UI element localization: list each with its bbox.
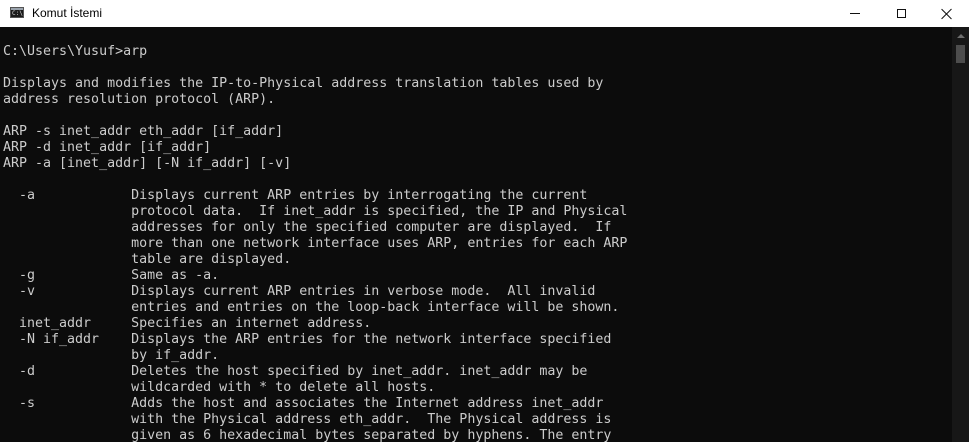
- cmd-icon[interactable]: C:\: [10, 7, 24, 18]
- console-line: addresses for only the specified compute…: [3, 220, 612, 235]
- console-line: -d Deletes the host specified by inet_ad…: [3, 364, 588, 379]
- console-text: C:\Users\Yusuf>arp Displays and modifies …: [3, 44, 627, 442]
- scroll-thumb[interactable]: [956, 45, 965, 63]
- console-line: entries and entries on the loop-back int…: [3, 300, 620, 315]
- minimize-icon: [850, 13, 860, 14]
- console-line: with the Physical address eth_addr. The …: [3, 412, 612, 427]
- console-line: inet_addr Specifies an internet address.: [3, 316, 372, 331]
- minimize-button[interactable]: [832, 0, 878, 27]
- window-title: Komut İstemi: [32, 6, 103, 20]
- arrow-up-icon: [956, 33, 965, 38]
- console-line: Displays and modifies the IP-to-Physical…: [3, 76, 604, 91]
- console-line: more than one network interface uses ARP…: [3, 236, 628, 251]
- maximize-icon: [896, 9, 906, 18]
- title-bar[interactable]: C:\ Komut İstemi: [0, 0, 969, 27]
- console-line: -g Same as -a.: [3, 268, 220, 283]
- console-line: given as 6 hexadecimal bytes separated b…: [3, 428, 612, 442]
- cmd-icon-text: C:\: [12, 10, 23, 17]
- close-icon: [941, 8, 953, 20]
- console-line: table are displayed.: [3, 252, 292, 267]
- console-line: -v Displays current ARP entries in verbo…: [3, 284, 596, 299]
- scroll-up-button[interactable]: [952, 27, 969, 44]
- console-line: C:\Users\Yusuf>arp: [3, 44, 148, 59]
- maximize-button[interactable]: [878, 0, 924, 27]
- console-output[interactable]: C:\Users\Yusuf>arp Displays and modifies …: [0, 27, 952, 442]
- console-line: wildcarded with * to delete all hosts.: [3, 380, 436, 395]
- console-line: protocol data. If inet_addr is specified…: [3, 204, 628, 219]
- console-line: address resolution protocol (ARP).: [3, 92, 276, 107]
- console-line: ARP -d inet_addr [if_addr]: [3, 140, 212, 155]
- console-line: by if_addr.: [3, 348, 220, 363]
- console-line: -s Adds the host and associates the Inte…: [3, 396, 604, 411]
- command-prompt-window: C:\ Komut İstemi C:\Users\Yusuf>arp Displ…: [0, 0, 969, 442]
- console-line: -N if_addr Displays the ARP entries for …: [3, 332, 612, 347]
- console-line: ARP -a [inet_addr] [-N if_addr] [-v]: [3, 156, 292, 171]
- vertical-scrollbar[interactable]: [952, 27, 969, 442]
- console-line: -a Displays current ARP entries by inter…: [3, 188, 588, 203]
- console-line: ARP -s inet_addr eth_addr [if_addr]: [3, 124, 284, 139]
- close-button[interactable]: [924, 0, 969, 27]
